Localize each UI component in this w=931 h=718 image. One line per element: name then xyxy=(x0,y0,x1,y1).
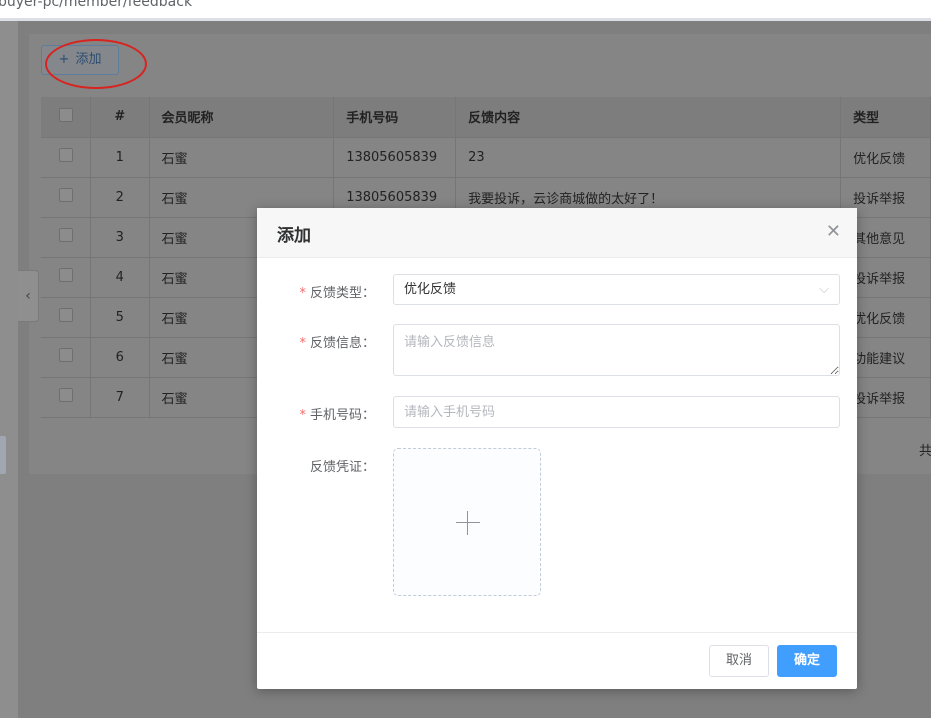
annotation-circle xyxy=(45,39,147,89)
collapse-sidebar-button[interactable]: ‹ xyxy=(18,270,39,322)
header-type: 类型 xyxy=(840,97,931,138)
row-index: 1 xyxy=(90,137,150,178)
required-asterisk: * xyxy=(299,408,306,423)
row-checkbox[interactable] xyxy=(58,148,73,162)
row-phone: 13805605839 xyxy=(333,137,457,178)
header-index: # xyxy=(90,97,150,138)
chevron-down-icon: ⌵ xyxy=(819,282,829,297)
row-index: 5 xyxy=(90,297,150,338)
required-asterisk: * xyxy=(299,336,306,351)
chevron-left-icon: ‹ xyxy=(25,288,31,304)
sidebar-rail xyxy=(0,21,18,718)
cancel-button[interactable]: 取消 xyxy=(709,645,769,677)
row-checkbox[interactable] xyxy=(58,228,73,242)
select-all-checkbox-cell[interactable] xyxy=(41,97,92,138)
close-icon[interactable]: ✕ xyxy=(826,222,841,242)
row-checkbox[interactable] xyxy=(58,388,73,402)
select-all-checkbox[interactable] xyxy=(58,107,73,122)
header-phone: 手机号码 xyxy=(333,97,457,138)
url-text: buyer-pc/member/feedback xyxy=(0,0,193,10)
address-bar[interactable]: buyer-pc/member/feedback xyxy=(0,0,931,18)
row-checkbox[interactable] xyxy=(58,308,73,322)
header-content: 反馈内容 xyxy=(455,97,842,138)
row-checkbox[interactable] xyxy=(58,348,73,362)
row-type: 优化反馈 xyxy=(840,137,931,178)
pagination-total: 共 xyxy=(919,444,931,459)
row-index: 2 xyxy=(90,177,150,218)
row-nickname: 石蜜 xyxy=(149,137,335,178)
feedback-info-label: * 反馈信息： xyxy=(299,336,375,351)
dialog-title: 添加 xyxy=(277,226,311,246)
row-content: 23 xyxy=(455,137,842,178)
evidence-upload[interactable] xyxy=(393,448,541,596)
header-nickname: 会员昵称 xyxy=(149,97,335,138)
row-checkbox[interactable] xyxy=(58,188,73,202)
plus-icon xyxy=(456,522,480,523)
row-index: 6 xyxy=(90,337,150,378)
feedback-type-select[interactable]: 优化反馈 ⌵ xyxy=(393,274,840,305)
dialog-header: 添加 ✕ xyxy=(257,208,857,258)
feedback-info-textarea[interactable] xyxy=(393,324,840,376)
phone-input[interactable] xyxy=(393,396,840,428)
feedback-type-value: 优化反馈 xyxy=(404,282,457,297)
sidebar-active-marker xyxy=(0,436,6,474)
row-index: 7 xyxy=(90,377,150,418)
feedback-type-label: * 反馈类型： xyxy=(299,286,375,301)
row-index: 3 xyxy=(90,217,150,258)
plus-icon-vertical xyxy=(467,511,468,535)
dialog-footer: 取消 确定 xyxy=(257,632,857,690)
row-index: 4 xyxy=(90,257,150,298)
confirm-button[interactable]: 确定 xyxy=(777,645,837,677)
row-checkbox[interactable] xyxy=(58,268,73,282)
table-row: 1 石蜜 13805605839 23 优化反馈 xyxy=(41,137,931,178)
phone-label: * 手机号码： xyxy=(299,408,375,423)
evidence-label: 反馈凭证： xyxy=(309,460,375,475)
add-feedback-dialog: 添加 ✕ *反馈类型： 优化反馈 ⌵ *反馈信息： *手机号码： 反馈凭证： 取… xyxy=(257,208,857,689)
table-header-row: # 会员昵称 手机号码 反馈内容 类型 xyxy=(41,97,931,138)
required-asterisk: * xyxy=(299,286,306,301)
